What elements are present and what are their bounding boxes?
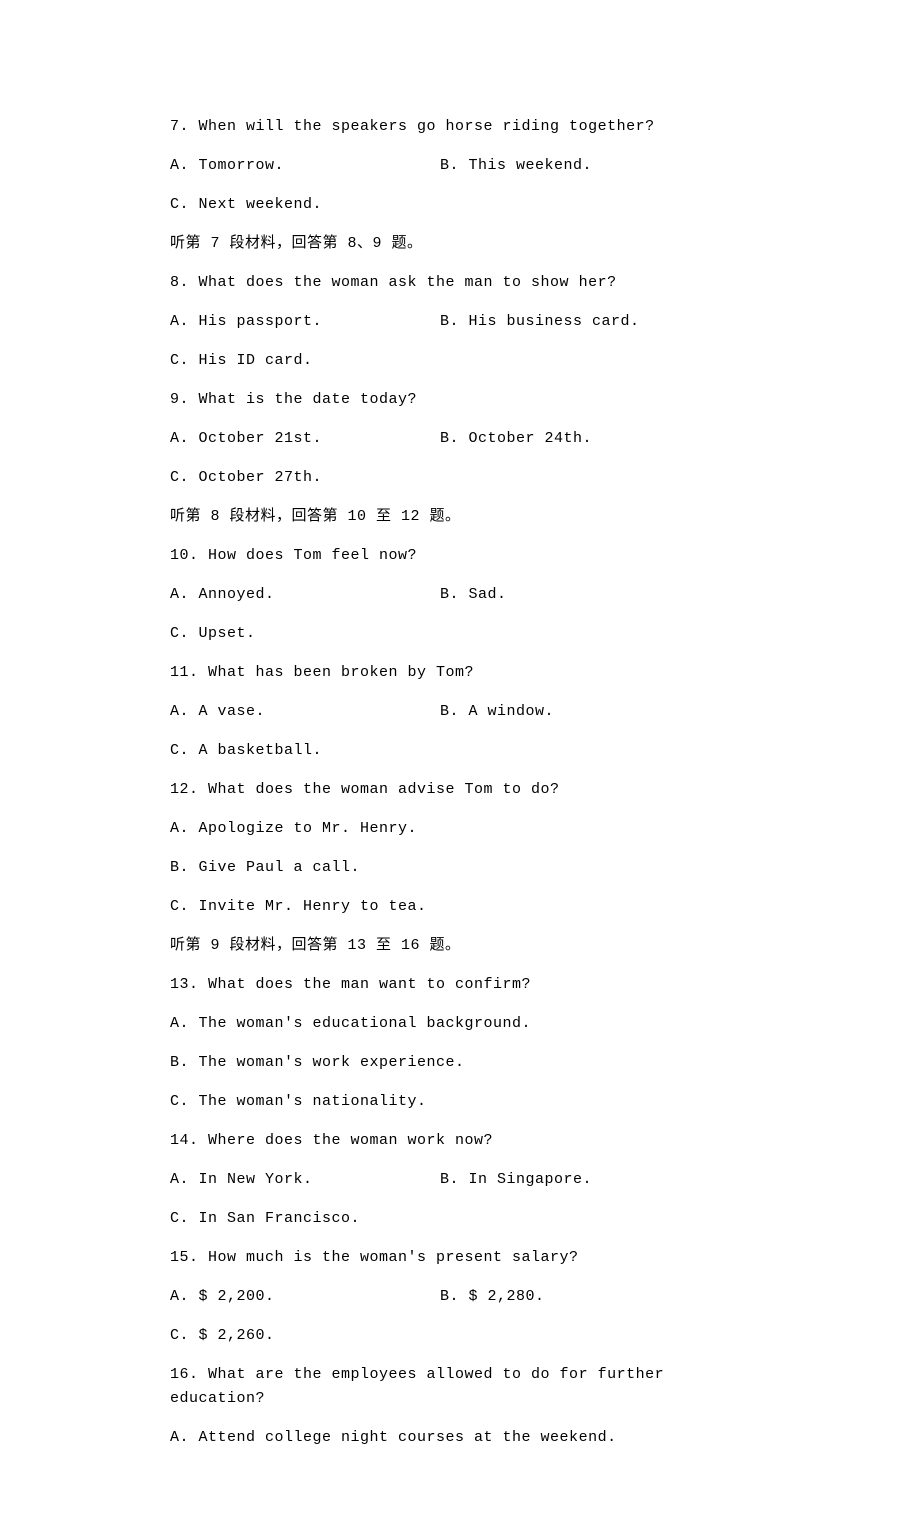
section-header: 听第 8 段材料，回答第 10 至 12 题。	[170, 505, 750, 529]
option-a: A. Annoyed.	[170, 583, 440, 607]
option-b: B. A window.	[440, 700, 750, 724]
option-b: B. The woman's work experience.	[170, 1051, 750, 1075]
option-c: C. Next weekend.	[170, 193, 750, 217]
option-a: A. $ 2,200.	[170, 1285, 440, 1309]
option-a: A. A vase.	[170, 700, 440, 724]
option-a: A. The woman's educational background.	[170, 1012, 750, 1036]
options-row: A. A vase. B. A window.	[170, 700, 750, 724]
option-c: C. October 27th.	[170, 466, 750, 490]
option-c: C. In San Francisco.	[170, 1207, 750, 1231]
option-c: C. Upset.	[170, 622, 750, 646]
option-c: C. A basketball.	[170, 739, 750, 763]
options-row: A. October 21st. B. October 24th.	[170, 427, 750, 451]
option-b: B. Give Paul a call.	[170, 856, 750, 880]
option-a: A. Tomorrow.	[170, 154, 440, 178]
option-a: A. His passport.	[170, 310, 440, 334]
option-a: A. Attend college night courses at the w…	[170, 1426, 750, 1450]
question-text: 11. What has been broken by Tom?	[170, 661, 750, 685]
option-a: A. In New York.	[170, 1168, 440, 1192]
option-b: B. His business card.	[440, 310, 750, 334]
options-row: A. His passport. B. His business card.	[170, 310, 750, 334]
options-row: A. Annoyed. B. Sad.	[170, 583, 750, 607]
option-b: B. $ 2,280.	[440, 1285, 750, 1309]
option-c: C. His ID card.	[170, 349, 750, 373]
option-a: A. Apologize to Mr. Henry.	[170, 817, 750, 841]
question-text: 15. How much is the woman's present sala…	[170, 1246, 750, 1270]
question-text: 12. What does the woman advise Tom to do…	[170, 778, 750, 802]
option-a: A. October 21st.	[170, 427, 440, 451]
question-text: 7. When will the speakers go horse ridin…	[170, 115, 750, 139]
question-text: 16. What are the employees allowed to do…	[170, 1363, 750, 1411]
option-c: C. The woman's nationality.	[170, 1090, 750, 1114]
options-row: A. $ 2,200. B. $ 2,280.	[170, 1285, 750, 1309]
section-header: 听第 7 段材料，回答第 8、9 题。	[170, 232, 750, 256]
option-c: C. $ 2,260.	[170, 1324, 750, 1348]
option-b: B. In Singapore.	[440, 1168, 750, 1192]
option-b: B. Sad.	[440, 583, 750, 607]
question-text: 13. What does the man want to confirm?	[170, 973, 750, 997]
question-text: 14. Where does the woman work now?	[170, 1129, 750, 1153]
question-text: 8. What does the woman ask the man to sh…	[170, 271, 750, 295]
option-c: C. Invite Mr. Henry to tea.	[170, 895, 750, 919]
options-row: A. Tomorrow. B. This weekend.	[170, 154, 750, 178]
exam-page: 7. When will the speakers go horse ridin…	[0, 0, 920, 1525]
option-b: B. October 24th.	[440, 427, 750, 451]
question-text: 10. How does Tom feel now?	[170, 544, 750, 568]
options-row: A. In New York. B. In Singapore.	[170, 1168, 750, 1192]
question-text: 9. What is the date today?	[170, 388, 750, 412]
option-b: B. This weekend.	[440, 154, 750, 178]
section-header: 听第 9 段材料，回答第 13 至 16 题。	[170, 934, 750, 958]
